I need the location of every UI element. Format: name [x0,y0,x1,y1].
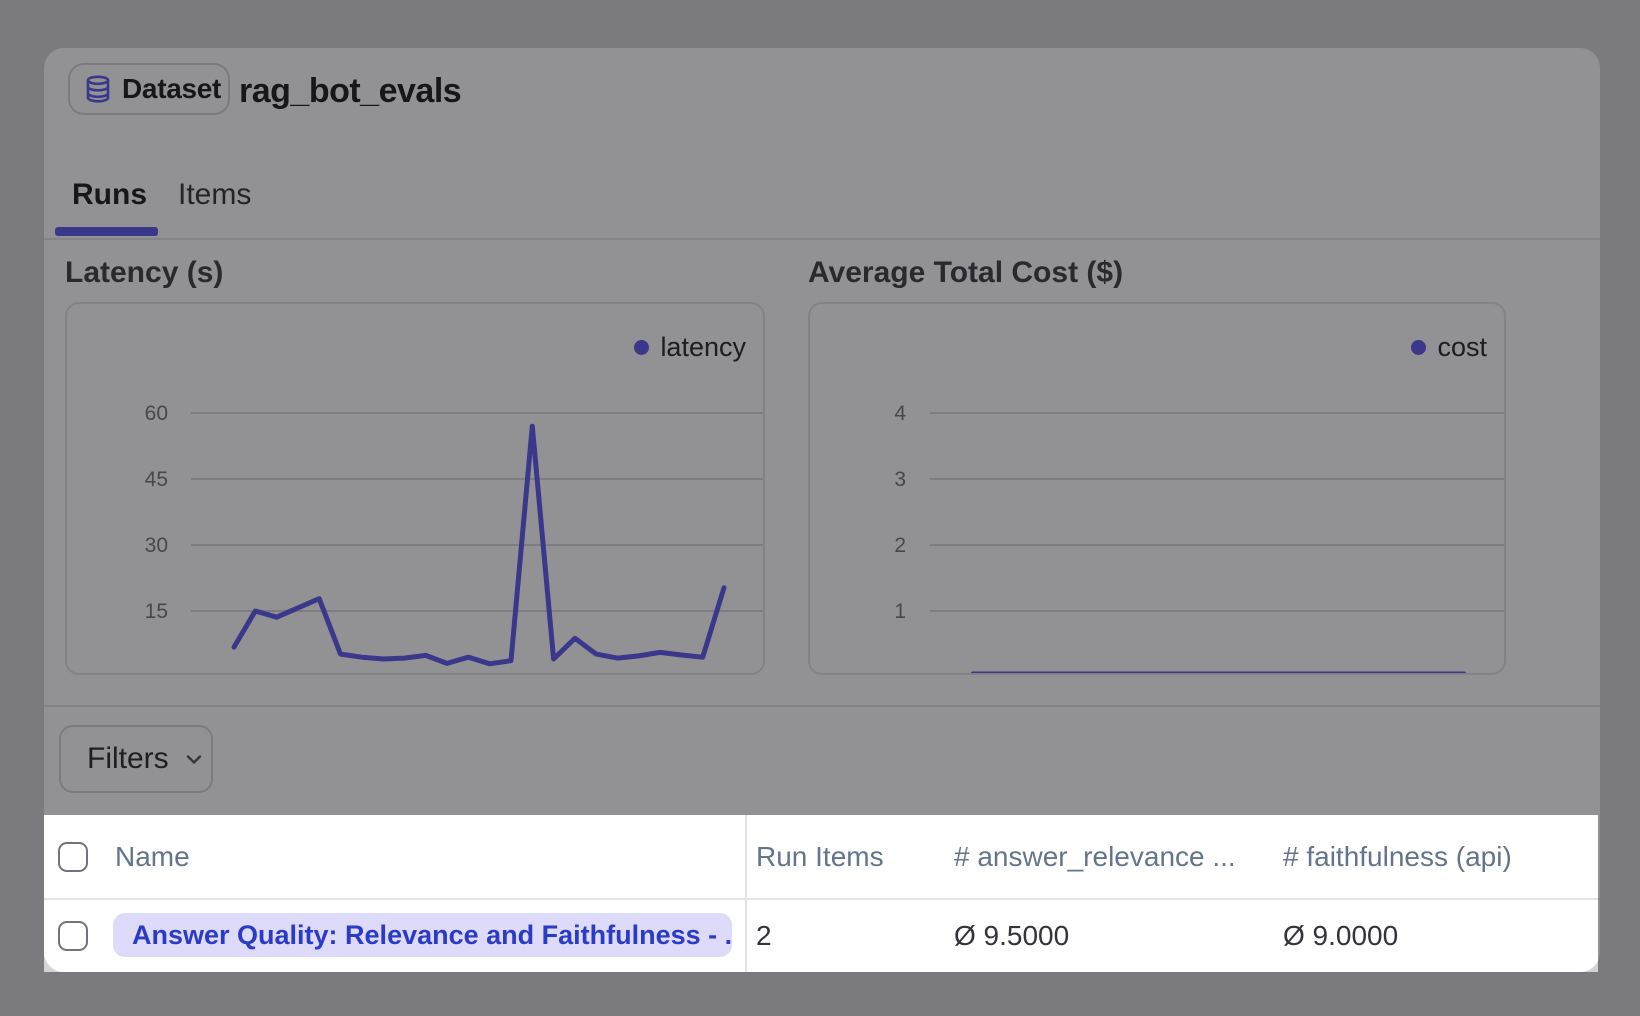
cost-legend-label: cost [1437,332,1487,363]
latency-chart-card: 15 30 45 60 latency [65,302,765,675]
run-name-label: Answer Quality: Relevance and Faithfulne… [132,920,732,951]
table-header-row: Name Run Items # answer_relevance ... # … [44,815,1600,900]
svg-text:1: 1 [894,600,906,623]
column-header-name: Name [115,815,190,898]
latency-legend: latency [634,332,746,363]
cost-chart-title: Average Total Cost ($) [808,256,1123,290]
latency-legend-dot-icon [634,340,649,355]
filters-button-label: Filters [87,742,169,776]
filters-button[interactable]: Filters [59,725,213,793]
cost-legend-dot-icon [1411,340,1426,355]
active-tab-indicator [55,227,158,236]
latency-chart-title: Latency (s) [65,256,223,290]
dim-overlay-bottom [0,972,1640,1016]
chevron-down-icon [182,747,206,771]
svg-text:45: 45 [145,468,168,491]
cost-legend: cost [1411,332,1487,363]
page-title: rag_bot_evals [239,72,461,111]
tab-items[interactable]: Items [178,178,251,212]
cost-chart-card: 1 2 3 4 cost [808,302,1506,675]
database-icon [83,74,113,104]
select-all-checkbox[interactable] [58,842,88,872]
dataset-panel: Dataset rag_bot_evals Runs Items Latency… [44,48,1600,972]
tab-runs[interactable]: Runs [72,178,147,212]
dataset-badge: Dataset [68,63,230,115]
svg-text:60: 60 [145,402,168,425]
cost-chart-canvas: 1 2 3 4 [810,304,1506,675]
svg-text:3: 3 [894,468,906,491]
svg-text:2: 2 [894,534,906,557]
tabs-divider [44,238,1600,240]
run-items-cell: 2 [756,900,772,972]
table-row: Answer Quality: Relevance and Faithfulne… [44,900,1600,972]
column-header-answer-relevance: # answer_relevance ... [954,815,1236,898]
column-header-run-items: Run Items [756,815,884,898]
svg-text:15: 15 [145,600,168,623]
badge-label: Dataset [122,73,221,105]
dim-overlay-left [0,815,44,972]
svg-text:30: 30 [145,534,168,557]
row-checkbox[interactable] [58,921,88,951]
answer-relevance-cell: Ø 9.5000 [954,900,1069,972]
dim-overlay-right [1598,815,1640,972]
faithfulness-cell: Ø 9.0000 [1283,900,1398,972]
runs-table: Name Run Items # answer_relevance ... # … [44,815,1600,972]
column-header-faithfulness: # faithfulness (api) [1283,815,1512,898]
latency-legend-label: latency [660,332,746,363]
svg-text:4: 4 [894,402,906,425]
run-name-link[interactable]: Answer Quality: Relevance and Faithfulne… [113,913,732,957]
charts-section-divider [44,705,1600,707]
